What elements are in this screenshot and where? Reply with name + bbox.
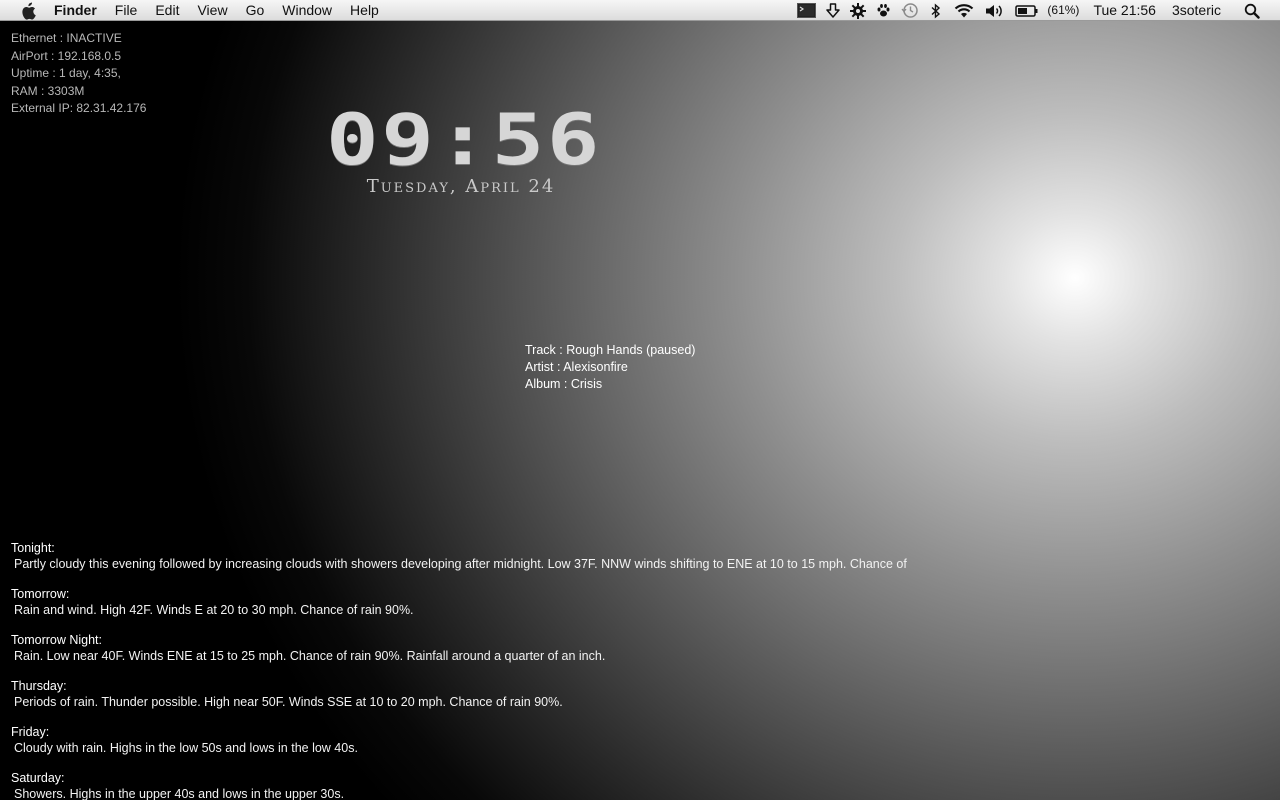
menu-bar: Finder File Edit View Go Window Help (61… — [0, 0, 1280, 21]
forecast-period-text: Cloudy with rain. Highs in the low 50s a… — [14, 741, 358, 755]
forecast-period: Saturday: Showers. Highs in the upper 40… — [11, 770, 907, 800]
forecast-period: Tomorrow: Rain and wind. High 42F. Winds… — [11, 586, 907, 618]
forecast-period-name: Tomorrow: — [11, 587, 70, 601]
menu-bar-left: Finder File Edit View Go Window Help — [0, 0, 388, 21]
forecast-period-name: Thursday: — [11, 679, 67, 693]
apple-icon[interactable] — [19, 2, 37, 20]
forecast-period: Tomorrow Night: Rain. Low near 40F. Wind… — [11, 632, 907, 664]
airport-address: AirPort : 192.168.0.5 — [11, 48, 122, 63]
clock-time: 09:56 — [326, 99, 602, 181]
clock-widget: 09:56 Tuesday, April 24 — [316, 100, 612, 197]
battery-icon[interactable] — [1015, 0, 1039, 21]
uptime: Uptime : 1 day, 4:35, — [11, 66, 121, 80]
forecast-period: Thursday: Periods of rain. Thunder possi… — [11, 678, 907, 710]
menu-view[interactable]: View — [188, 0, 236, 21]
spotlight-search-icon[interactable] — [1244, 0, 1260, 21]
external-ip: External IP: 82.31.42.176 — [11, 101, 147, 115]
volume-icon[interactable] — [985, 0, 1005, 21]
forecast-period: Tonight: Partly cloudy this evening foll… — [11, 540, 907, 572]
forecast-period-text: Rain. Low near 40F. Winds ENE at 15 to 2… — [14, 649, 606, 663]
download-arrow-icon[interactable] — [826, 0, 841, 21]
now-playing-widget: Track : Rough Hands (paused) Artist : Al… — [525, 342, 695, 393]
forecast-period-text: Periods of rain. Thunder possible. High … — [14, 695, 563, 709]
menu-bar-clock[interactable]: Tue 21:56 — [1093, 0, 1156, 21]
menu-app-finder[interactable]: Finder — [54, 0, 106, 21]
menu-edit[interactable]: Edit — [146, 0, 188, 21]
now-playing-track: Track : Rough Hands (paused) — [525, 343, 696, 357]
terminal-icon[interactable] — [797, 0, 817, 21]
wifi-icon[interactable] — [953, 0, 975, 21]
forecast-period-name: Tomorrow Night: — [11, 633, 102, 647]
forecast-period-name: Tonight: — [11, 541, 55, 555]
forecast-period-text: Showers. Highs in the upper 40s and lows… — [14, 787, 345, 800]
now-playing-album: Album : Crisis — [525, 377, 603, 391]
system-info-widget: Ethernet : INACTIVE AirPort : 192.168.0.… — [11, 30, 146, 118]
forecast-period-text: Partly cloudy this evening followed by i… — [14, 557, 907, 571]
ethernet-status: Ethernet : INACTIVE — [11, 31, 122, 45]
user-name[interactable]: 3soteric — [1172, 0, 1221, 21]
menu-bar-status-area: (61%) Tue 21:56 3soteric — [792, 0, 1280, 21]
paw-icon[interactable] — [876, 0, 891, 21]
menu-go[interactable]: Go — [237, 0, 274, 21]
battery-percentage[interactable]: (61%) — [1047, 0, 1079, 21]
menu-file[interactable]: File — [106, 0, 147, 21]
gear-icon[interactable] — [850, 0, 867, 21]
menu-window[interactable]: Window — [273, 0, 341, 21]
forecast-period-name: Saturday: — [11, 771, 65, 785]
forecast-period-name: Friday: — [11, 725, 50, 739]
menu-help[interactable]: Help — [341, 0, 388, 21]
weather-forecast-widget: Tonight: Partly cloudy this evening foll… — [11, 540, 907, 800]
forecast-period-text: Rain and wind. High 42F. Winds E at 20 t… — [14, 603, 414, 617]
now-playing-artist: Artist : Alexisonfire — [525, 360, 628, 374]
bluetooth-icon[interactable] — [929, 0, 943, 21]
forecast-period: Friday: Cloudy with rain. Highs in the l… — [11, 724, 907, 756]
time-machine-icon[interactable] — [901, 0, 919, 21]
ram-usage: RAM : 3303M — [11, 83, 85, 98]
